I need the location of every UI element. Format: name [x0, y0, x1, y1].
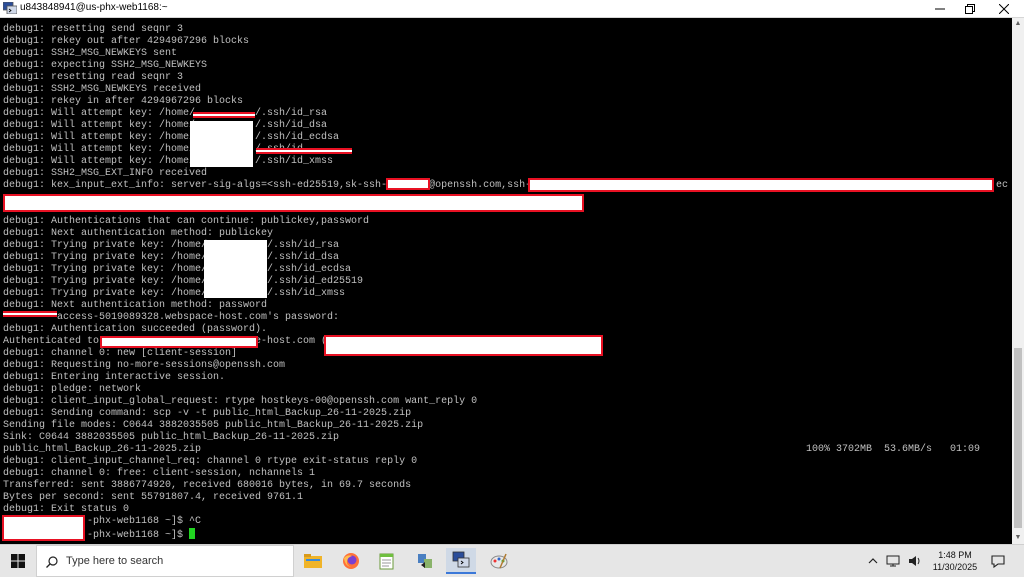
terminal-line: debug1: Entering interactive session.	[3, 372, 226, 383]
clock-date: 11/30/2025	[932, 562, 978, 572]
redaction-box	[324, 335, 603, 356]
terminal-line: Transferred: sent 3886774920, received 6…	[3, 480, 412, 491]
terminal-line: debug1: client_input_channel_req: channe…	[3, 456, 418, 467]
terminal-output[interactable]: debug1: resetting send seqnr 3 debug1: r…	[0, 18, 1012, 544]
terminal-cursor	[189, 528, 196, 539]
chevron-up-icon	[868, 558, 878, 564]
putty-icon	[452, 551, 470, 568]
terminal-line: debug1: resetting read seqnr 3	[3, 72, 184, 83]
search-icon	[46, 556, 58, 568]
terminal-line: debug1: rekey in after 4294967296 blocks	[3, 96, 244, 107]
redaction-box	[2, 515, 85, 541]
terminal-line: debug1: Will attempt key: /home/ /.ssh/i…	[3, 156, 334, 167]
taskbar-putty[interactable]	[446, 548, 476, 574]
scrollbar-thumb[interactable]	[1014, 348, 1022, 528]
taskbar-paint[interactable]	[484, 548, 514, 574]
terminal-scrollbar[interactable]: ▲ ▼	[1012, 18, 1024, 544]
terminal-line: debug1: SSH2_MSG_NEWKEYS received	[3, 84, 202, 95]
windows-logo-icon	[11, 554, 25, 568]
window-titlebar[interactable]: u843848941@us-phx-web1168:~	[0, 0, 1024, 18]
maximize-icon	[965, 3, 975, 14]
redaction-box	[193, 112, 255, 118]
close-icon	[999, 3, 1009, 14]
terminal-line: debug1: Sending command: scp -v -t publi…	[3, 408, 412, 419]
redaction-box	[256, 148, 352, 154]
terminal-line: debug1: Trying private key: /home/ /.ssh…	[3, 264, 352, 275]
winscp-icon	[418, 554, 432, 568]
clock-time: 1:48 PM	[938, 550, 972, 560]
terminal-line: debug1: pledge: network	[3, 384, 142, 395]
terminal-line: debug1: Trying private key: /home/ /.ssh…	[3, 288, 346, 299]
maximize-button[interactable]	[956, 0, 984, 17]
terminal-line: debug1: Trying private key: /home/ /.ssh…	[3, 240, 340, 251]
minimize-icon	[935, 8, 945, 9]
volume-icon	[909, 556, 920, 566]
scroll-down-icon[interactable]: ▼	[1012, 532, 1024, 544]
terminal-line: debug1: kex_input_ext_info: server-sig-a…	[3, 180, 532, 191]
terminal-line: debug1: channel 0: free: client-session,…	[3, 468, 316, 479]
redaction-box	[3, 194, 584, 212]
taskbar-clock[interactable]: 1:48 PM 11/30/2025	[932, 549, 978, 573]
terminal-line: debug1: Trying private key: /home/ /.ssh…	[3, 276, 364, 287]
terminal-line: debug1: Will attempt key: /home/ /.ssh/i…	[3, 132, 340, 143]
terminal-line: debug1: rekey out after 4294967296 block…	[3, 36, 250, 47]
taskbar: Type here to search 1:48 PM 11/30/2025	[0, 544, 1024, 577]
volume-button[interactable]	[906, 545, 924, 577]
terminal-line: debug1: Authentication succeeded (passwo…	[3, 324, 268, 335]
taskbar-firefox[interactable]	[336, 548, 366, 574]
terminal-line: debug1: Trying private key: /home/ /.ssh…	[3, 252, 340, 263]
notepad-icon	[379, 553, 394, 570]
terminal-line: debug1: Authentications that can continu…	[3, 216, 370, 227]
taskbar-notepad[interactable]	[372, 548, 402, 574]
terminal-line-overflow: ec	[996, 180, 1009, 191]
redaction-box	[386, 178, 430, 190]
notification-icon	[991, 554, 1005, 568]
terminal-line: debug1: Requesting no-more-sessions@open…	[3, 360, 286, 371]
taskbar-search[interactable]: Type here to search	[36, 545, 294, 577]
taskbar-file-explorer[interactable]	[298, 548, 328, 574]
start-button[interactable]	[0, 545, 36, 577]
show-hidden-icons-button[interactable]	[866, 545, 880, 577]
terminal-line: debug1: channel 0: new [client-session]	[3, 348, 238, 359]
redaction-box	[100, 336, 258, 348]
search-placeholder: Type here to search	[66, 555, 164, 567]
file-explorer-icon	[304, 554, 322, 568]
window-title: u843848941@us-phx-web1168:~	[20, 2, 168, 13]
redaction-box	[204, 240, 267, 298]
network-button[interactable]	[884, 545, 902, 577]
redaction-box	[3, 311, 57, 317]
terminal-line: Sink: C0644 3882035505 public_html_Backu…	[3, 432, 340, 443]
redaction-box	[528, 178, 994, 192]
scroll-up-icon[interactable]: ▲	[1012, 18, 1024, 30]
transfer-progress: 100% 3702MB 53.6MB/s 01:09	[806, 444, 981, 455]
paint-icon	[490, 553, 508, 569]
close-button[interactable]	[990, 0, 1018, 17]
firefox-icon	[343, 553, 359, 569]
redaction-box	[190, 121, 253, 167]
terminal-line: Sending file modes: C0644 3882035505 pub…	[3, 420, 424, 431]
terminal-line: debug1: Will attempt key: /home/ /.ssh/i…	[3, 120, 328, 131]
terminal-line: debug1: Next authentication method: publ…	[3, 228, 274, 239]
taskbar-winscp[interactable]	[410, 548, 440, 574]
network-icon	[886, 555, 900, 567]
terminal-line: debug1: SSH2_MSG_EXT_INFO received	[3, 168, 208, 179]
terminal-line: debug1: Will attempt key: /home/ /.ssh/i…	[3, 108, 328, 119]
terminal-line: debug1: resetting send seqnr 3	[3, 24, 184, 35]
notification-center-button[interactable]	[986, 545, 1010, 577]
terminal-line: debug1: expecting SSH2_MSG_NEWKEYS	[3, 60, 208, 71]
minimize-button[interactable]	[926, 0, 954, 17]
terminal-line: Bytes per second: sent 55791807.4, recei…	[3, 492, 304, 503]
terminal-line: debug1: SSH2_MSG_NEWKEYS sent	[3, 48, 178, 59]
terminal-line: debug1: client_input_global_request: rty…	[3, 396, 478, 407]
putty-terminal-icon	[3, 2, 17, 14]
terminal-line: public_html_Backup_26-11-2025.zip	[3, 444, 202, 455]
